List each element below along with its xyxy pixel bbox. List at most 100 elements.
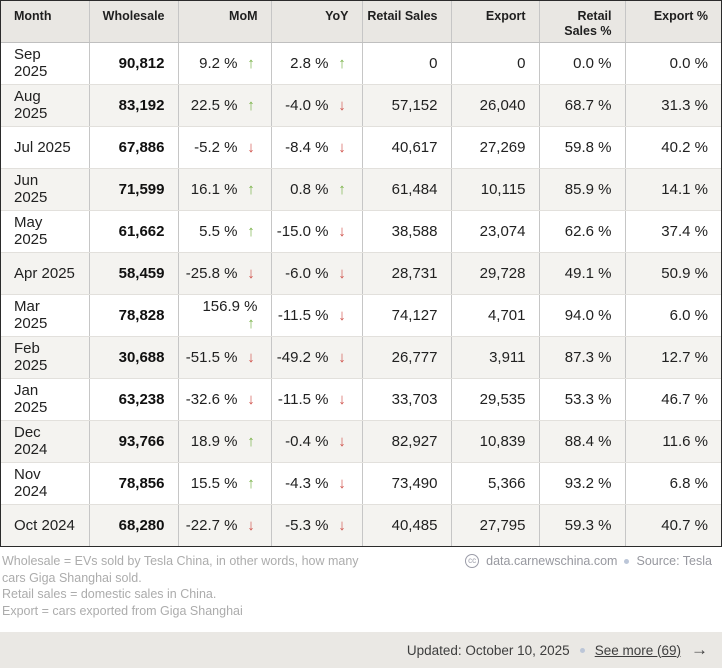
yoy-value: -11.5 % <box>278 307 329 324</box>
cell-retail-sales-pct: 93.2 % <box>539 462 625 504</box>
cell-export: 29,535 <box>451 378 539 420</box>
cell-yoy: -49.2 % ↓ <box>271 336 362 378</box>
updated-date: Updated: October 10, 2025 <box>407 643 570 658</box>
cell-mom: -25.8 %↓ <box>178 252 271 294</box>
cell-month: Dec 2024 <box>1 420 89 462</box>
cell-export: 27,269 <box>451 126 539 168</box>
cell-yoy: -11.5 % ↓ <box>271 378 362 420</box>
cell-mom: 9.2 %↑ <box>178 42 271 84</box>
cell-wholesale: 71,599 <box>89 168 178 210</box>
cell-mom: 22.5 %↑ <box>178 84 271 126</box>
trend-down-icon: ↓ <box>336 307 349 324</box>
mom-value: 5.5 % <box>199 223 237 240</box>
trend-up-icon: ↑ <box>245 475 258 492</box>
arrow-right-icon[interactable]: → <box>691 640 707 660</box>
cell-wholesale: 67,886 <box>89 126 178 168</box>
trend-down-icon: ↓ <box>336 349 349 366</box>
trend-down-icon: ↓ <box>336 265 349 282</box>
yoy-value: -0.4 % <box>285 433 328 450</box>
cell-mom: -32.6 %↓ <box>178 378 271 420</box>
mom-value: 9.2 % <box>199 55 237 72</box>
cell-yoy: 2.8 %↑ <box>271 42 362 84</box>
cell-retail-sales-pct: 0.0 % <box>539 42 625 84</box>
cell-month: Aug 2025 <box>1 84 89 126</box>
cell-retail-sales-pct: 59.3 % <box>539 504 625 546</box>
yoy-value: 2.8 % <box>290 55 328 72</box>
cell-retail-sales: 38,588 <box>362 210 451 252</box>
mom-value: 15.5 % <box>191 475 238 492</box>
trend-up-icon: ↑ <box>245 315 258 332</box>
cell-retail-sales: 74,127 <box>362 294 451 336</box>
trend-down-icon: ↓ <box>336 391 349 408</box>
cell-retail-sales-pct: 53.3 % <box>539 378 625 420</box>
cell-wholesale: 63,238 <box>89 378 178 420</box>
cell-export: 29,728 <box>451 252 539 294</box>
cell-export-pct: 50.9 % <box>625 252 721 294</box>
cell-mom: 5.5 %↑ <box>178 210 271 252</box>
cell-month: Sep 2025 <box>1 42 89 84</box>
cell-mom: 15.5 % ↑ <box>178 462 271 504</box>
cell-wholesale: 58,459 <box>89 252 178 294</box>
cell-wholesale: 68,280 <box>89 504 178 546</box>
trend-down-icon: ↓ <box>245 349 258 366</box>
yoy-value: -15.0 % <box>277 223 329 240</box>
header-row: Month Wholesale MoM YoY Retail Sales Exp… <box>1 1 721 42</box>
cell-export-pct: 37.4 % <box>625 210 721 252</box>
yoy-value: -11.5 % <box>278 391 329 408</box>
see-more-link[interactable]: See more (69) <box>595 643 681 658</box>
trend-up-icon: ↑ <box>245 97 258 114</box>
cell-retail-sales: 82,927 <box>362 420 451 462</box>
cell-yoy: -11.5 % ↓ <box>271 294 362 336</box>
attribution-source: Source: Tesla <box>636 554 712 568</box>
cell-mom: 18.9 %↑ <box>178 420 271 462</box>
mom-value: -32.6 % <box>186 391 238 408</box>
cell-export: 4,701 <box>451 294 539 336</box>
cell-export-pct: 11.6 % <box>625 420 721 462</box>
yoy-value: -49.2 % <box>277 349 329 366</box>
dot-separator <box>580 648 585 653</box>
cell-export-pct: 40.2 % <box>625 126 721 168</box>
trend-down-icon: ↓ <box>336 97 349 114</box>
cell-export: 0 <box>451 42 539 84</box>
footnote-line: Retail sales = domestic sales in China. <box>2 586 722 603</box>
mom-value: -22.7 % <box>186 517 238 534</box>
column-header-export-pct: Export % <box>625 1 721 42</box>
cell-yoy: -0.4 %↓ <box>271 420 362 462</box>
cell-export: 5,366 <box>451 462 539 504</box>
trend-down-icon: ↓ <box>336 139 349 156</box>
cell-wholesale: 90,812 <box>89 42 178 84</box>
cell-export-pct: 12.7 % <box>625 336 721 378</box>
column-header-wholesale: Wholesale <box>89 1 178 42</box>
cc-icon: cc <box>465 554 479 568</box>
cell-month: Nov 2024 <box>1 462 89 504</box>
cell-yoy: -8.4 %↓ <box>271 126 362 168</box>
cell-retail-sales: 57,152 <box>362 84 451 126</box>
cell-yoy: 0.8 %↑ <box>271 168 362 210</box>
cell-retail-sales: 40,617 <box>362 126 451 168</box>
cell-retail-sales-pct: 62.6 % <box>539 210 625 252</box>
column-header-yoy: YoY <box>271 1 362 42</box>
table-row: Feb 2025 30,688 -51.5 %↓ -49.2 %↓ 26,777… <box>1 336 721 378</box>
yoy-value: 0.8 % <box>290 181 328 198</box>
mom-value: 16.1 % <box>191 181 238 198</box>
dot-separator <box>624 559 629 564</box>
cell-export-pct: 6.0 % <box>625 294 721 336</box>
trend-down-icon: ↓ <box>245 139 258 156</box>
cell-wholesale: 93,766 <box>89 420 178 462</box>
yoy-value: -6.0 % <box>285 265 328 282</box>
cell-mom: -5.2 %↓ <box>178 126 271 168</box>
cell-month: Jan 2025 <box>1 378 89 420</box>
column-header-month: Month <box>1 1 89 42</box>
table-row: Jun 2025 71,599 16.1 %↑ 0.8 %↑ 61,484 10… <box>1 168 721 210</box>
cell-retail-sales-pct: 59.8 % <box>539 126 625 168</box>
table-body: Sep 2025 90,812 9.2 %↑ 2.8 %↑ 0 0 0.0 % … <box>1 42 721 546</box>
column-header-retail-sales: Retail Sales <box>362 1 451 42</box>
trend-down-icon: ↓ <box>336 223 349 240</box>
cell-month: Apr 2025 <box>1 252 89 294</box>
cell-yoy: -4.3 %↓ <box>271 462 362 504</box>
table-row: Dec 2024 93,766 18.9 %↑ -0.4 %↓ 82,927 1… <box>1 420 721 462</box>
cell-retail-sales: 0 <box>362 42 451 84</box>
cell-export: 26,040 <box>451 84 539 126</box>
cell-mom: 16.1 %↑ <box>178 168 271 210</box>
cell-month: Mar 2025 <box>1 294 89 336</box>
